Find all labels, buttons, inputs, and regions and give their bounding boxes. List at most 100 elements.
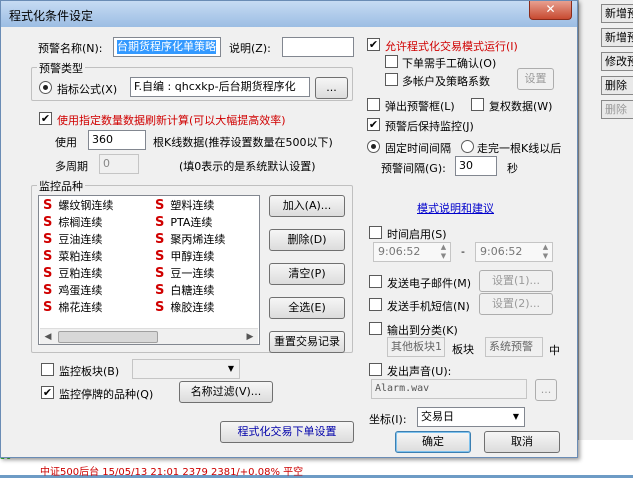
alert-name-input[interactable]: 台期货程序化单策略 (113, 37, 221, 57)
monitor-suspended-checkbox[interactable]: ✔ (41, 386, 54, 399)
background-row-text: 中证500后台 15/05/13 21:01 2379 2381/+0.08% … (40, 467, 304, 478)
name-filter-button[interactable]: 名称过滤(V)... (179, 381, 273, 403)
after-bar-radio[interactable] (461, 140, 474, 153)
desc-input[interactable] (282, 37, 354, 57)
variety-s-icon: S (43, 232, 53, 247)
variety-s-icon: S (43, 300, 53, 315)
select-all-button[interactable]: 全选(E) (269, 297, 345, 319)
sector-select[interactable]: 其他板块1 (387, 337, 445, 357)
list-item[interactable]: S 棉花连续 (43, 299, 102, 315)
restore-data-checkbox[interactable] (471, 98, 484, 111)
send-sms-label: 发送手机短信(N) (387, 300, 470, 313)
coordinate-label: 坐标(I): (369, 413, 407, 426)
spin-down-icon[interactable]: ▼ (539, 252, 552, 261)
manual-confirm-checkbox[interactable] (385, 55, 398, 68)
reset-trade-records-button[interactable]: 重置交易记录 (269, 331, 345, 353)
monitor-sector-checkbox[interactable] (41, 363, 54, 376)
cancel-button[interactable]: 取消 (484, 431, 560, 453)
ok-button[interactable]: 确定 (395, 431, 471, 453)
list-item[interactable]: S 菜粕连续 (43, 248, 102, 264)
bg-new-button[interactable]: 新增预 (601, 4, 633, 23)
time-end-picker[interactable]: 9:06:52 ▲ ▼ (475, 242, 553, 262)
scroll-thumb[interactable] (58, 331, 158, 343)
indicator-formula-radio[interactable] (39, 81, 52, 94)
title-bar[interactable]: 程式化条件设定 ✕ (1, 1, 577, 27)
bg-modify-button[interactable]: 修改预 (601, 52, 633, 71)
list-item[interactable]: S PTA连续 (155, 214, 212, 230)
multi-account-checkbox[interactable] (385, 73, 398, 86)
allow-trade-checkbox[interactable]: ✔ (367, 38, 380, 51)
seconds-label: 秒 (507, 162, 518, 175)
chevron-down-icon: ▼ (512, 412, 520, 421)
variety-s-icon: S (155, 232, 165, 247)
multi-period-input[interactable]: 0 (99, 154, 139, 174)
use-label: 使用 (55, 136, 77, 149)
multi-period-label: 多周期 (55, 160, 88, 173)
time-end-value: 9:06:52 (480, 245, 523, 258)
variety-label: 橡胶连续 (170, 301, 215, 314)
list-item[interactable]: S 橡胶连续 (155, 299, 214, 315)
variety-list[interactable]: S 螺纹钢连续 S 棕榈连续 S 豆油连续 S 菜粕连续 S 豆粕连续 S 鸡蛋连续 S 棉花… (38, 195, 260, 345)
middle-label: 中 (549, 344, 560, 357)
scroll-left-icon[interactable]: ◀ (40, 329, 56, 345)
spin-down-icon[interactable]: ▼ (437, 252, 450, 261)
output-category-checkbox[interactable] (369, 322, 382, 335)
alert-type-group-label: 预警类型 (37, 60, 85, 76)
list-item[interactable]: S 塑料连续 (155, 197, 214, 213)
trade-order-settings-button[interactable]: 程式化交易下单设置 (220, 421, 354, 443)
add-variety-button[interactable]: 加入(A)... (269, 195, 345, 217)
indicator-formula-field[interactable]: F.自编 : qhcxkp-后台期货程序化 (130, 77, 310, 97)
chevron-down-icon: ▼ (227, 364, 235, 373)
variety-s-icon: S (43, 266, 53, 281)
list-item[interactable]: S 聚丙烯连续 (155, 231, 225, 247)
spin-up-icon[interactable]: ▲ (437, 243, 450, 252)
list-item[interactable]: S 豆一连续 (155, 265, 214, 281)
list-item[interactable]: S 甲醇连续 (155, 248, 214, 264)
sector-select-value: 其他板块1 (391, 340, 442, 353)
list-item[interactable]: S 豆粕连续 (43, 265, 102, 281)
keep-monitor-checkbox[interactable]: ✔ (367, 118, 380, 131)
clear-varieties-button[interactable]: 清空(P) (269, 263, 345, 285)
list-item[interactable]: S 豆油连续 (43, 231, 102, 247)
close-button[interactable]: ✕ (529, 1, 572, 20)
sound-checkbox[interactable] (369, 363, 382, 376)
sms-settings-button[interactable]: 设置(2)... (479, 293, 553, 315)
variety-label: 聚丙烯连续 (170, 233, 226, 246)
allow-trade-label: 允许程式化交易模式运行(I) (385, 40, 518, 53)
variety-label: 菜粕连续 (58, 250, 103, 263)
mode-help-link[interactable]: 模式说明和建议 (417, 200, 494, 216)
popup-alert-checkbox[interactable] (367, 98, 380, 111)
delete-variety-button[interactable]: 删除(D) (269, 229, 345, 251)
indicator-formula-label: 指标公式(X) (57, 83, 118, 96)
time-enable-checkbox[interactable] (369, 226, 382, 239)
list-item[interactable]: S 白糖连续 (155, 282, 214, 298)
list-item[interactable]: S 螺纹钢连续 (43, 197, 113, 213)
send-email-checkbox[interactable] (369, 275, 382, 288)
use-bars-checkbox[interactable]: ✔ (39, 112, 52, 125)
system-alert-select[interactable]: 系统预警 (485, 337, 543, 357)
list-item[interactable]: S 棕榈连续 (43, 214, 102, 230)
keep-monitor-label: 预警后保持监控(J) (385, 120, 474, 133)
list-item[interactable]: S 鸡蛋连续 (43, 282, 102, 298)
time-start-picker[interactable]: 9:06:52 ▲ ▼ (373, 242, 451, 262)
email-settings-button[interactable]: 设置(1)... (479, 270, 553, 292)
scroll-right-icon[interactable]: ▶ (242, 329, 258, 345)
time-start-value: 9:06:52 (378, 245, 421, 258)
bg-delete-button[interactable]: 删除 (601, 76, 633, 95)
sound-browse-button[interactable]: ... (535, 379, 557, 401)
multi-account-settings-button[interactable]: 设置 (517, 68, 554, 90)
monitor-sector-select[interactable]: ▼ (132, 359, 240, 379)
list-horizontal-scrollbar[interactable]: ◀ ▶ (40, 328, 258, 344)
bg-add-alert-button[interactable]: 新增预 (601, 28, 633, 47)
variety-s-icon: S (43, 249, 53, 264)
time-dash: - (461, 245, 465, 258)
send-sms-checkbox[interactable] (369, 298, 382, 311)
alert-interval-input[interactable]: 30 (455, 156, 497, 176)
formula-browse-button[interactable]: ... (315, 77, 348, 99)
bars-count-input[interactable]: 360 (88, 130, 146, 150)
sound-file-input[interactable]: Alarm.wav (371, 379, 527, 399)
fixed-interval-radio[interactable] (367, 140, 380, 153)
coordinate-select[interactable]: 交易日 ▼ (417, 407, 525, 427)
background-panel (578, 0, 633, 475)
spin-up-icon[interactable]: ▲ (539, 243, 552, 252)
